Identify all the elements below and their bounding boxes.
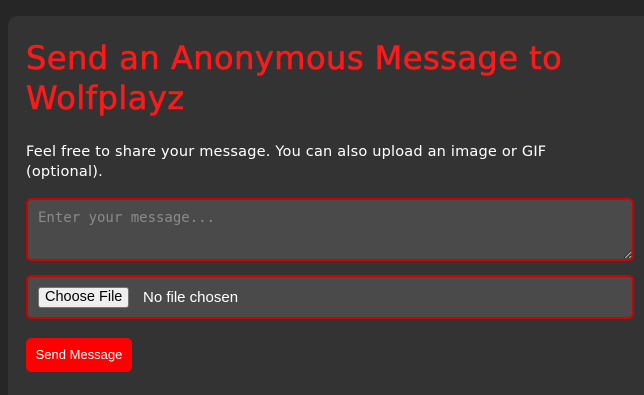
message-input[interactable] — [26, 198, 634, 261]
file-status-text: No file chosen — [143, 289, 239, 306]
choose-file-button[interactable]: Choose File — [38, 287, 130, 308]
page-description: Feel free to share your message. You can… — [26, 144, 547, 180]
page: Send an Anonymous Message to Wolfplayz F… — [0, 0, 644, 395]
send-message-button[interactable]: Send Message — [26, 338, 132, 372]
file-upload-field[interactable]: Choose File No file chosen — [26, 275, 634, 319]
page-title: Send an Anonymous Message to Wolfplayz — [26, 39, 563, 118]
